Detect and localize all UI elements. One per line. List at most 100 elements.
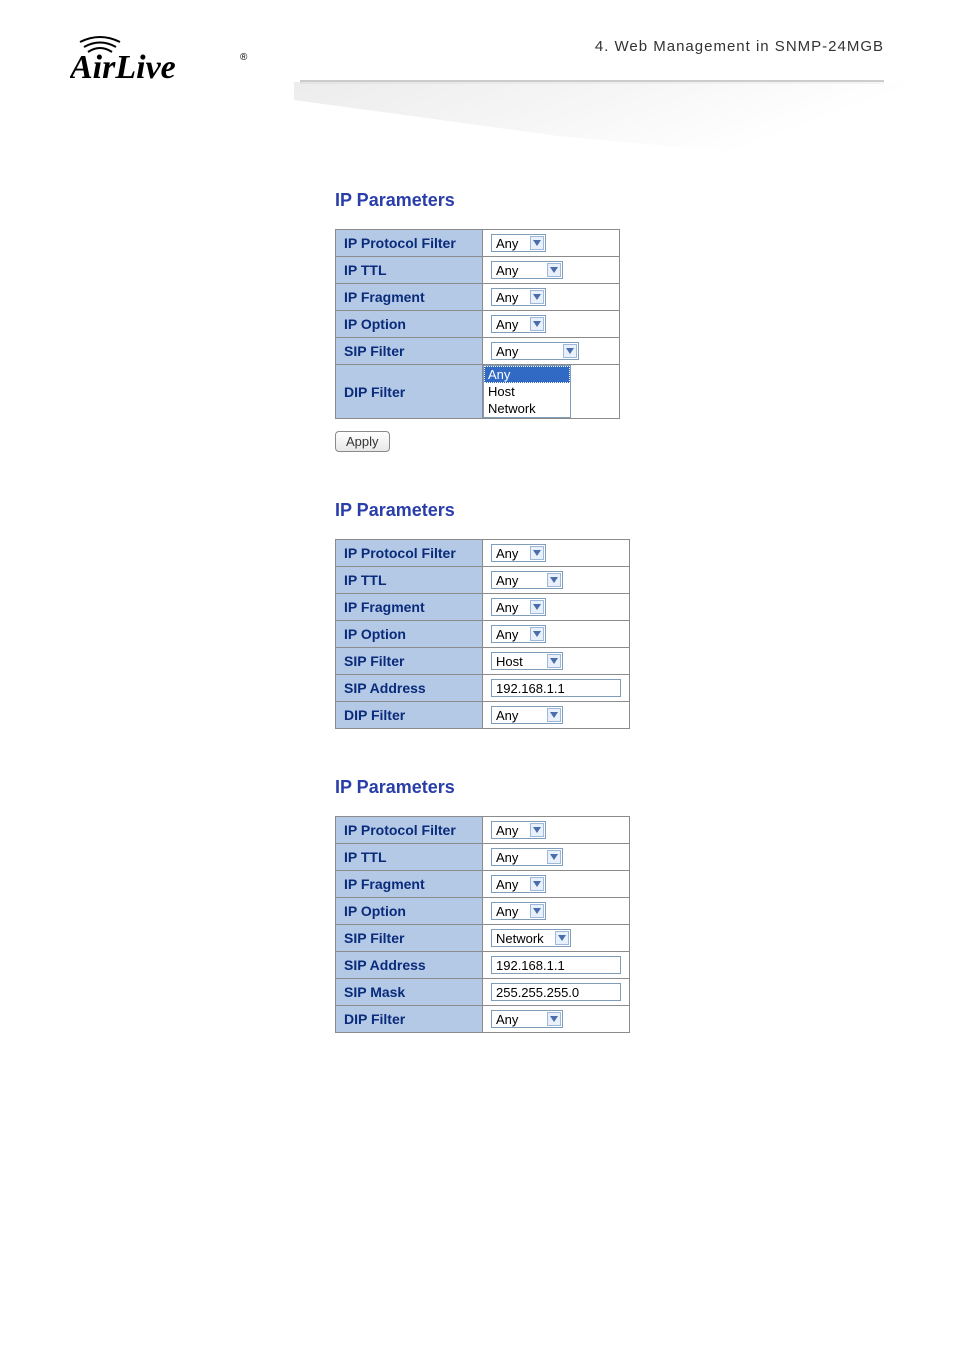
- select-any[interactable]: Any: [491, 706, 563, 724]
- select-any[interactable]: Any: [491, 342, 579, 360]
- select-value: Any: [496, 1012, 518, 1027]
- apply-button[interactable]: Apply: [335, 431, 390, 452]
- chevron-down-icon: [530, 290, 544, 304]
- chevron-down-icon: [547, 654, 561, 668]
- param-label: DIP Filter: [336, 365, 483, 419]
- param-label: SIP Address: [336, 952, 483, 979]
- select-any[interactable]: Any: [491, 875, 546, 893]
- param-value-cell: Any: [483, 311, 620, 338]
- table-row: SIP Filter Any: [336, 338, 620, 365]
- table-row: SIP FilterHost: [336, 648, 630, 675]
- param-value-cell: Any: [483, 594, 630, 621]
- select-value: Any: [496, 600, 518, 615]
- table-row: IP FragmentAny: [336, 871, 630, 898]
- table-row: DIP FilterAnyHostNetwork: [336, 365, 620, 419]
- table-row: IP TTL Any: [336, 844, 630, 871]
- section-title: IP Parameters: [335, 190, 855, 211]
- chevron-down-icon: [530, 546, 544, 560]
- select-value: Any: [496, 317, 518, 332]
- parameter-table: IP Protocol FilterAnyIP TTLAnyIP Fragmen…: [335, 816, 630, 1033]
- select-value: Any: [496, 823, 518, 838]
- param-value-cell: Any: [483, 230, 620, 257]
- param-label: IP Fragment: [336, 594, 483, 621]
- select-any[interactable]: Any: [491, 598, 546, 616]
- select-any[interactable]: Any: [491, 234, 546, 252]
- select-open[interactable]: AnyHostNetwork: [483, 365, 571, 418]
- section-title: IP Parameters: [335, 777, 855, 798]
- param-value-cell: Any: [483, 817, 630, 844]
- text-input[interactable]: 192.168.1.1: [491, 956, 621, 974]
- param-label: IP TTL: [336, 844, 483, 871]
- select-value: Any: [496, 263, 518, 278]
- table-row: SIP Address 192.168.1.1: [336, 675, 630, 702]
- table-row: SIP Mask 255.255.255.0: [336, 979, 630, 1006]
- select-option-host[interactable]: Host: [484, 383, 570, 400]
- param-value-cell: Host: [483, 648, 630, 675]
- chevron-down-icon: [530, 877, 544, 891]
- chevron-down-icon: [530, 904, 544, 918]
- param-value-cell: Any: [483, 702, 630, 729]
- select-option-network[interactable]: Network: [484, 400, 570, 417]
- select-any[interactable]: Any: [491, 288, 546, 306]
- param-value-cell: Any: [483, 844, 630, 871]
- chevron-down-icon: [547, 1012, 561, 1026]
- table-row: IP Protocol FilterAny: [336, 817, 630, 844]
- param-value-cell: Any: [483, 1006, 630, 1033]
- select-option-any[interactable]: Any: [484, 366, 570, 383]
- airlive-logo: AirLive ®: [70, 30, 270, 90]
- param-label: SIP Mask: [336, 979, 483, 1006]
- param-value-cell: 192.168.1.1: [483, 952, 630, 979]
- chevron-down-icon: [530, 317, 544, 331]
- param-label: IP Option: [336, 621, 483, 648]
- param-label: IP TTL: [336, 567, 483, 594]
- svg-text:AirLive: AirLive: [70, 49, 176, 85]
- text-input[interactable]: 255.255.255.0: [491, 983, 621, 1001]
- chevron-down-icon: [530, 600, 544, 614]
- chevron-down-icon: [563, 344, 577, 358]
- select-value: Any: [496, 708, 518, 723]
- select-any[interactable]: Any: [491, 625, 546, 643]
- param-value-cell: 192.168.1.1: [483, 675, 630, 702]
- parameter-table: IP Protocol FilterAnyIP TTLAnyIP Fragmen…: [335, 539, 630, 729]
- select-any[interactable]: Any: [491, 1010, 563, 1028]
- text-input[interactable]: 192.168.1.1: [491, 679, 621, 697]
- select-value: Any: [496, 877, 518, 892]
- select-any[interactable]: Any: [491, 544, 546, 562]
- select-network[interactable]: Network: [491, 929, 571, 947]
- table-row: SIP Address 192.168.1.1: [336, 952, 630, 979]
- chevron-down-icon: [547, 708, 561, 722]
- select-any[interactable]: Any: [491, 315, 546, 333]
- param-label: SIP Filter: [336, 925, 483, 952]
- table-row: IP TTLAny: [336, 257, 620, 284]
- select-any[interactable]: Any: [491, 261, 563, 279]
- param-value-cell: AnyHostNetwork: [483, 365, 620, 419]
- parameter-table: IP Protocol FilterAnyIP TTLAnyIP Fragmen…: [335, 229, 620, 419]
- chevron-down-icon: [547, 850, 561, 864]
- param-value-cell: Any: [483, 284, 620, 311]
- param-label: SIP Address: [336, 675, 483, 702]
- table-row: IP Fragment Any: [336, 594, 630, 621]
- table-row: IP Protocol FilterAny: [336, 540, 630, 567]
- param-value-cell: Any: [483, 540, 630, 567]
- chevron-down-icon: [547, 573, 561, 587]
- header-swoosh: [294, 82, 954, 172]
- table-row: DIP Filter Any: [336, 702, 630, 729]
- param-label: SIP Filter: [336, 338, 483, 365]
- chevron-down-icon: [530, 236, 544, 250]
- param-value-cell: Any: [483, 257, 620, 284]
- select-any[interactable]: Any: [491, 821, 546, 839]
- select-host[interactable]: Host: [491, 652, 563, 670]
- param-value-cell: Any: [483, 338, 620, 365]
- select-any[interactable]: Any: [491, 848, 563, 866]
- chevron-down-icon: [530, 823, 544, 837]
- select-any[interactable]: Any: [491, 902, 546, 920]
- table-row: SIP Filter Network: [336, 925, 630, 952]
- table-row: IP TTL Any: [336, 567, 630, 594]
- param-label: DIP Filter: [336, 702, 483, 729]
- table-row: IP OptionAny: [336, 898, 630, 925]
- select-any[interactable]: Any: [491, 571, 563, 589]
- param-value-cell: Any: [483, 898, 630, 925]
- param-value-cell: 255.255.255.0: [483, 979, 630, 1006]
- select-value: Any: [496, 573, 518, 588]
- page-header-chapter: 4. Web Management in SNMP-24MGB: [595, 38, 884, 55]
